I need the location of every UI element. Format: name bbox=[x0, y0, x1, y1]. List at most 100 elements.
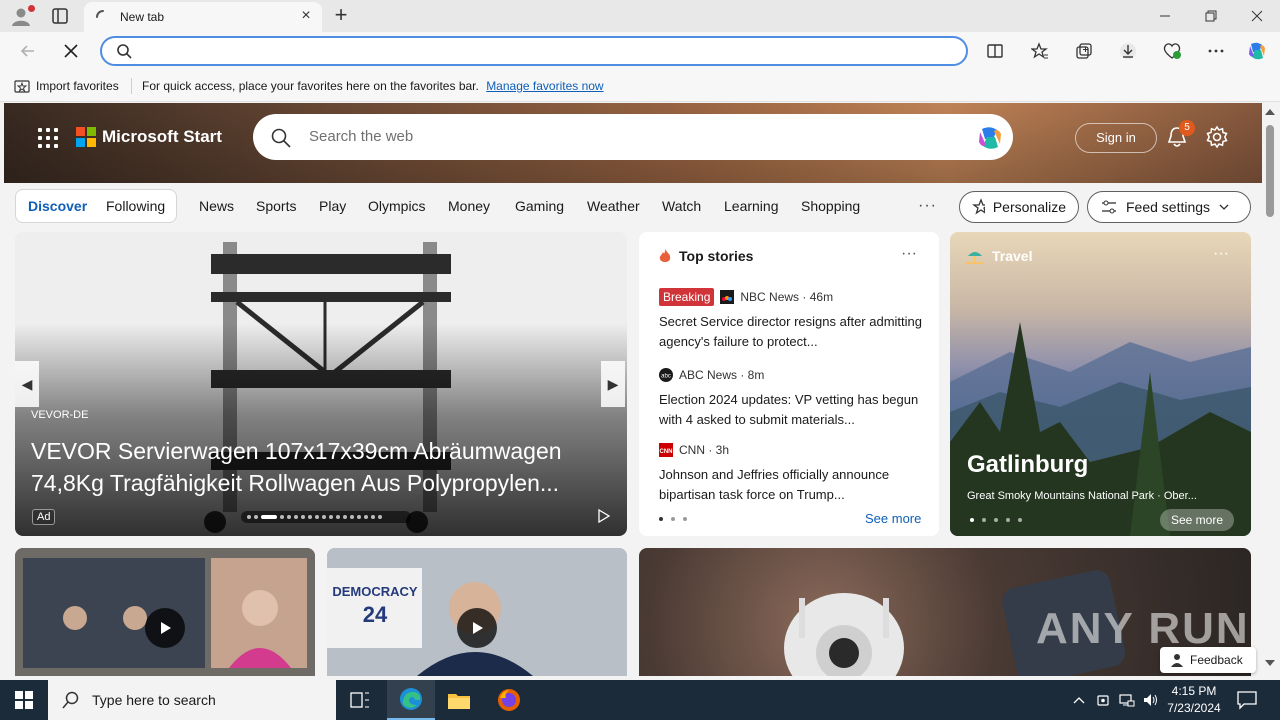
close-icon bbox=[1251, 10, 1263, 22]
favorites-hint-text: For quick access, place your favorites h… bbox=[142, 79, 479, 93]
top-stories-see-more-link[interactable]: See more bbox=[865, 511, 921, 526]
downloads-button[interactable] bbox=[1117, 40, 1139, 62]
category-watch[interactable]: Watch bbox=[662, 198, 701, 214]
story-title[interactable]: Election 2024 updates: VP vetting has be… bbox=[659, 390, 925, 430]
category-gaming[interactable]: Gaming bbox=[515, 198, 564, 214]
more-categories-button[interactable]: ··· bbox=[918, 197, 937, 215]
firefox-button[interactable] bbox=[485, 680, 533, 720]
address-input-box[interactable] bbox=[100, 36, 968, 66]
category-money[interactable]: Money bbox=[448, 198, 490, 214]
split-screen-button[interactable] bbox=[984, 40, 1006, 62]
minimize-button[interactable] bbox=[1142, 0, 1188, 32]
story-source: CNN · 3h bbox=[679, 443, 730, 457]
top-stories-menu-button[interactable]: ··· bbox=[901, 245, 917, 263]
file-explorer-button[interactable] bbox=[435, 680, 483, 720]
heartbeat-icon bbox=[1163, 43, 1181, 59]
category-shopping[interactable]: Shopping bbox=[801, 198, 860, 214]
taskbar-search-placeholder: Type here to search bbox=[92, 692, 216, 708]
travel-pager[interactable] bbox=[970, 518, 1022, 522]
browser-essentials-button[interactable] bbox=[1161, 40, 1183, 62]
story-item[interactable]: CNN CNN · 3h Johnson and Jeffries offici… bbox=[659, 441, 925, 505]
edge-taskbar-button[interactable] bbox=[387, 680, 435, 720]
tab-new-tab[interactable]: New tab × bbox=[84, 2, 322, 32]
travel-caption: Great Smoky Mountains National Park · Ob… bbox=[967, 490, 1197, 502]
scroll-up-arrow-icon[interactable] bbox=[1265, 109, 1275, 115]
carousel-indicators[interactable] bbox=[241, 511, 411, 523]
adchoices-icon[interactable] bbox=[597, 509, 611, 523]
story-item[interactable]: Breaking NBC News · 46m Secret Service d… bbox=[659, 288, 925, 352]
flame-icon bbox=[659, 249, 671, 262]
scroll-thumb[interactable] bbox=[1266, 125, 1274, 217]
collections-button[interactable] bbox=[1073, 40, 1095, 62]
restore-button[interactable] bbox=[1188, 0, 1234, 32]
ad-source: VEVOR-DE bbox=[31, 409, 89, 421]
story-title[interactable]: Secret Service director resigns after ad… bbox=[659, 312, 925, 352]
app-launcher-icon[interactable] bbox=[38, 128, 58, 148]
taskbar-search-box[interactable]: Type here to search bbox=[48, 680, 336, 720]
download-icon bbox=[1120, 43, 1136, 59]
ad-headline[interactable]: VEVOR Servierwagen 107x17x39cm Abräumwag… bbox=[31, 435, 611, 499]
page-scrollbar[interactable] bbox=[1262, 103, 1280, 676]
carousel-prev-button[interactable]: ◀ bbox=[15, 361, 39, 407]
address-input[interactable] bbox=[138, 41, 938, 61]
taskbar-clock[interactable]: 4:15 PM 7/23/2024 bbox=[1158, 683, 1230, 717]
sign-in-button[interactable]: Sign in bbox=[1075, 123, 1157, 153]
start-button[interactable] bbox=[0, 680, 48, 720]
cnn-logo-icon: CNN bbox=[659, 443, 673, 457]
new-tab-button[interactable]: + bbox=[330, 4, 352, 27]
brand-name[interactable]: Microsoft Start bbox=[102, 127, 222, 147]
close-tab-icon[interactable]: × bbox=[298, 8, 314, 24]
favorites-button[interactable] bbox=[1029, 40, 1051, 62]
travel-menu-button[interactable]: ··· bbox=[1213, 245, 1229, 263]
notification-center-icon[interactable] bbox=[1236, 690, 1258, 710]
video-card[interactable]: DEMOCRACY 24 bbox=[327, 548, 627, 676]
settings-gear-icon[interactable] bbox=[1205, 125, 1229, 149]
tray-security-icon[interactable] bbox=[1094, 690, 1112, 710]
manage-favorites-link[interactable]: Manage favorites now bbox=[486, 79, 603, 93]
network-icon bbox=[1119, 694, 1135, 707]
svg-text:CNN: CNN bbox=[660, 449, 673, 455]
settings-more-button[interactable] bbox=[1205, 40, 1227, 62]
category-weather[interactable]: Weather bbox=[587, 198, 640, 214]
story-title[interactable]: Johnson and Jeffries officially announce… bbox=[659, 465, 925, 505]
network-button[interactable] bbox=[1118, 690, 1136, 710]
web-search-box[interactable]: Search the web bbox=[253, 114, 1013, 160]
show-hidden-icons-button[interactable] bbox=[1070, 690, 1088, 710]
travel-see-more-button[interactable]: See more bbox=[1160, 509, 1234, 531]
play-video-button[interactable] bbox=[145, 608, 185, 648]
back-button[interactable] bbox=[17, 40, 39, 62]
category-learning[interactable]: Learning bbox=[724, 198, 779, 214]
personalize-button[interactable]: Personalize bbox=[959, 191, 1079, 223]
category-sports[interactable]: Sports bbox=[256, 198, 296, 214]
video-card[interactable] bbox=[15, 548, 315, 676]
category-news[interactable]: News bbox=[199, 198, 234, 214]
personalize-label: Personalize bbox=[992, 199, 1066, 215]
tab-actions-icon[interactable] bbox=[50, 6, 70, 26]
carousel-next-button[interactable]: ▶ bbox=[601, 361, 625, 407]
edge-browser-icon bbox=[400, 688, 422, 710]
travel-destination[interactable]: Gatlinburg bbox=[967, 451, 1088, 479]
story-item[interactable]: abc ABC News · 8m Election 2024 updates:… bbox=[659, 366, 925, 430]
play-video-button[interactable] bbox=[457, 608, 497, 648]
feedback-button[interactable]: Feedback bbox=[1160, 647, 1256, 673]
back-arrow-icon bbox=[20, 45, 34, 57]
scroll-down-arrow-icon[interactable] bbox=[1265, 660, 1275, 666]
ad-carousel-card[interactable]: ◀ ▶ VEVOR-DE VEVOR Servierwagen 107x17x3… bbox=[15, 232, 627, 536]
tab-discover[interactable]: Discover bbox=[28, 198, 87, 214]
feed-settings-button[interactable]: Feed settings bbox=[1087, 191, 1251, 223]
top-stories-pager[interactable] bbox=[659, 517, 687, 521]
task-view-button[interactable] bbox=[336, 680, 384, 720]
close-window-button[interactable] bbox=[1234, 0, 1280, 32]
category-olympics[interactable]: Olympics bbox=[368, 198, 426, 214]
category-play[interactable]: Play bbox=[319, 198, 346, 214]
travel-card[interactable]: Travel ··· Gatlinburg Great Smoky Mounta… bbox=[950, 232, 1251, 536]
top-stories-card: Top stories ··· Breaking NBC News · 46m … bbox=[639, 232, 939, 536]
import-favorites-button[interactable]: Import favorites bbox=[14, 78, 119, 94]
stop-loading-button[interactable] bbox=[60, 40, 82, 62]
volume-button[interactable] bbox=[1141, 690, 1159, 710]
copilot-button[interactable] bbox=[1246, 40, 1268, 62]
tab-following[interactable]: Following bbox=[106, 198, 165, 214]
copilot-icon[interactable] bbox=[975, 123, 1005, 153]
search-icon bbox=[271, 128, 291, 148]
sliders-icon bbox=[1102, 200, 1116, 214]
